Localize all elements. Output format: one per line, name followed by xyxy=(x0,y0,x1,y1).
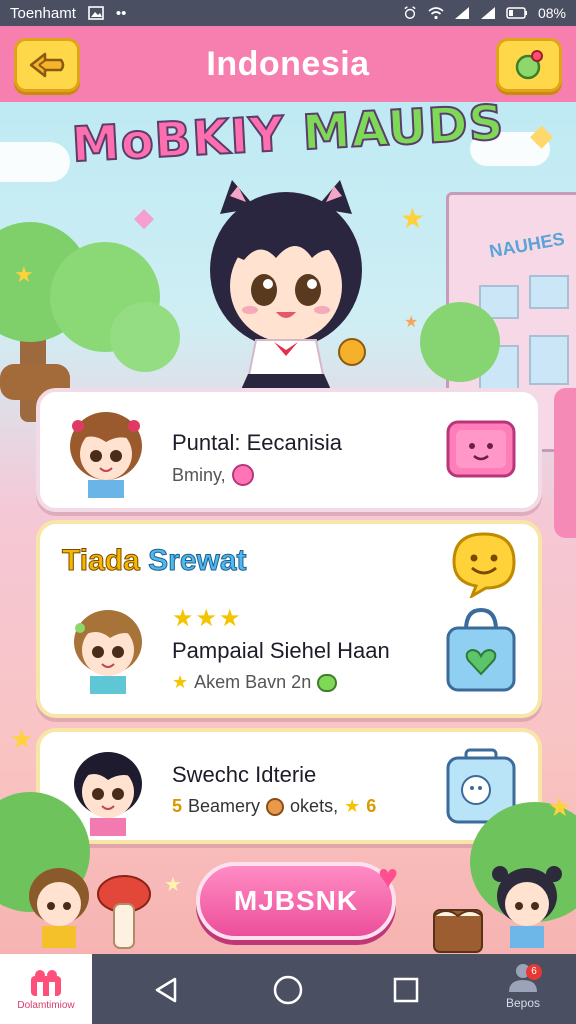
character-avatar xyxy=(70,412,142,498)
quest-subtitle-prefix: 5 xyxy=(172,796,183,816)
gallery-icon xyxy=(88,6,104,20)
shopping-bag-icon[interactable] xyxy=(442,604,520,696)
recents-nav-button[interactable] xyxy=(386,970,426,1010)
quest-card-1[interactable]: Puntal: Eecanisia Bminy, xyxy=(36,388,542,512)
home-tab-label: Dolamtimiow xyxy=(17,999,75,1011)
gift-box-icon[interactable] xyxy=(442,412,520,484)
quest-subtitle: ★ Akem Bavn 2n xyxy=(172,672,338,693)
home-nav-button[interactable] xyxy=(268,970,308,1010)
back-triangle-icon xyxy=(155,977,177,1003)
star-sparkle: ★ xyxy=(164,874,182,896)
notification-dots: •• xyxy=(115,4,127,22)
back-nav-button[interactable] xyxy=(146,970,186,1010)
chibi-girl-sprite xyxy=(492,866,562,948)
side-drawer-tab[interactable] xyxy=(554,388,576,538)
quest-subtitle-text: Akem Bavn 2n xyxy=(194,672,312,692)
page-title: Indonesia xyxy=(206,44,370,83)
section-heading-word-2: Srewat xyxy=(148,544,247,578)
cookie-icon xyxy=(266,797,285,816)
quest-title: Pampaial Siehel Haan xyxy=(172,638,390,663)
quest-subtitle-mid: okets, xyxy=(290,796,339,816)
star-small-icon: ★ xyxy=(344,796,361,816)
status-bar: Toenhamt •• 08% xyxy=(0,0,576,26)
star-sparkle: ★ xyxy=(14,262,34,287)
quest-subtitle-text: Bminy, xyxy=(172,464,226,485)
profile-tab-label: Bepos xyxy=(505,996,541,1010)
wifi-icon xyxy=(428,7,444,20)
navigation-bar: Dolamtimiow Bepos 6 xyxy=(0,954,576,1024)
hero-character xyxy=(210,180,366,410)
building-sign: NAUHES xyxy=(487,228,567,262)
section-heading: Tiada Srewat xyxy=(62,544,248,578)
quest-card-2[interactable]: Tiada Srewat ★★★ Pampaial Siehel Haan ★ … xyxy=(36,520,542,718)
rating-stars: ★★★ xyxy=(172,605,243,632)
home-app-icon xyxy=(31,969,61,996)
star-sparkle: ◆ xyxy=(134,202,154,232)
home-circle-icon xyxy=(273,975,303,1005)
quest-subtitle: Bminy, xyxy=(172,464,254,486)
logo-word-1: MoBKIY xyxy=(69,105,287,174)
profile-tab[interactable]: Bepos 6 xyxy=(488,960,558,1020)
app-header: Indonesia xyxy=(0,26,576,102)
star-sparkle: ◆ xyxy=(530,119,554,152)
signal-icon-2 xyxy=(480,7,495,19)
map-pin-icon xyxy=(515,50,543,80)
battery-percent: 08% xyxy=(537,5,566,21)
mushroom-sprite xyxy=(97,875,151,949)
star-sparkle: ★ xyxy=(548,792,572,822)
cake-sprite xyxy=(433,909,483,953)
recents-square-icon xyxy=(393,977,419,1003)
tree xyxy=(420,302,500,382)
cloud xyxy=(0,142,70,182)
chibi-boy-sprite xyxy=(29,868,89,948)
back-button[interactable] xyxy=(14,38,80,92)
quest-title: Puntal: Eecanisia xyxy=(172,430,342,455)
section-heading-word-1: Tiada xyxy=(62,544,141,578)
heart-icon: ♥ xyxy=(378,858,399,896)
game-scene: NAUHES ★ ★ ◆ ◆ ★ MoBKIY MAUDS Puntal: Ee… xyxy=(0,102,576,954)
star-sparkle: ★ xyxy=(404,314,419,331)
notification-badge: 6 xyxy=(526,964,542,980)
game-logo: MoBKIY MAUDS xyxy=(67,102,509,174)
star-sparkle: ★ xyxy=(400,203,426,234)
map-button[interactable] xyxy=(496,38,562,92)
carrier-label: Toenhamt xyxy=(10,4,76,22)
star-small-icon: ★ xyxy=(172,672,189,692)
quest-subtitle-text: Beamery xyxy=(188,796,261,816)
signal-icon-1 xyxy=(454,7,469,19)
smiley-bubble-icon xyxy=(452,532,516,598)
chat-bubble-icon xyxy=(317,673,338,692)
back-arrow-icon xyxy=(29,52,65,78)
battery-icon xyxy=(506,7,527,19)
character-avatar xyxy=(74,610,142,694)
home-tab[interactable]: Dolamtimiow xyxy=(0,954,92,1024)
quest-subtitle: 5 Beamery okets, ★ 6 xyxy=(172,796,376,817)
quest-card-3[interactable]: Swechc Idterie 5 Beamery okets, ★ 6 xyxy=(36,728,542,844)
emoji-face-icon xyxy=(231,464,254,486)
play-button[interactable]: MJBSNK xyxy=(196,862,396,940)
tree xyxy=(110,302,180,372)
alarm-icon xyxy=(404,6,416,19)
star-sparkle: ★ xyxy=(10,724,34,754)
quest-subtitle-suffix: 6 xyxy=(366,796,377,816)
quest-title: Swechc Idterie xyxy=(172,762,317,787)
